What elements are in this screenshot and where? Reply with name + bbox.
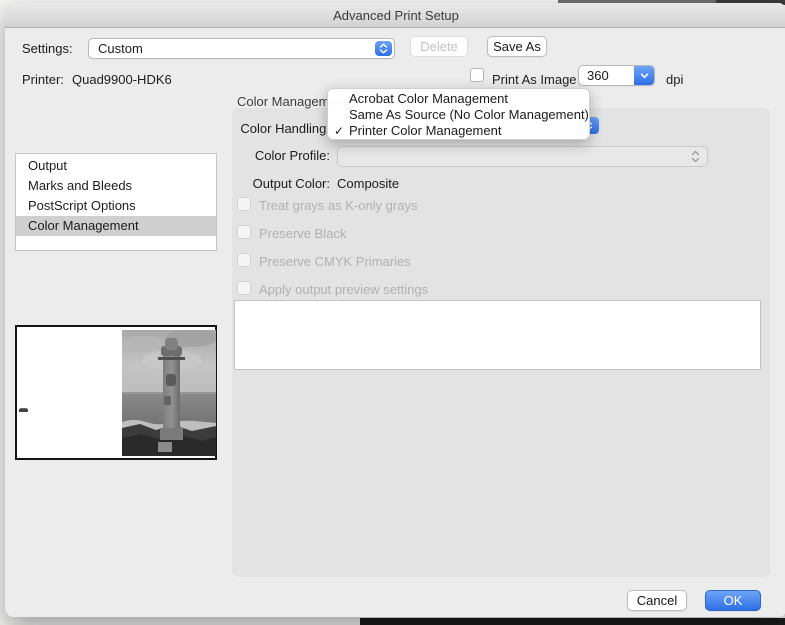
sidebar-item-label: PostScript Options: [28, 198, 136, 213]
ok-button[interactable]: OK: [705, 590, 761, 611]
color-handling-label: Color Handling:: [232, 121, 330, 136]
printer-label: Printer:: [22, 72, 64, 87]
preview-tiny-text: [19, 409, 28, 412]
menu-item-acrobat-color-management[interactable]: Acrobat Color Management: [328, 91, 589, 107]
menu-item-label: Acrobat Color Management: [349, 91, 508, 106]
settings-category-list: Output Marks and Bleeds PostScript Optio…: [15, 153, 217, 251]
printer-value: Quad9900-HDK6: [72, 72, 172, 87]
color-profile-popup[interactable]: [337, 146, 708, 167]
preserve-black-label: Preserve Black: [259, 226, 346, 241]
settings-popup[interactable]: Custom: [88, 38, 395, 59]
dpi-combo-value: 360: [587, 68, 609, 83]
treat-grays-checkbox[interactable]: [237, 197, 251, 211]
dpi-unit-label: dpi: [666, 72, 683, 87]
save-as-button-label: Save As: [493, 39, 541, 54]
ok-button-label: OK: [724, 593, 743, 608]
popup-chevrons-disabled-icon: [691, 150, 700, 166]
menu-item-same-as-source[interactable]: Same As Source (No Color Management): [328, 107, 589, 123]
apply-output-preview-label: Apply output preview settings: [259, 282, 428, 297]
sidebar-item-label: Output: [28, 158, 67, 173]
sidebar-item-color-management[interactable]: Color Management: [16, 216, 216, 236]
save-as-button[interactable]: Save As: [487, 36, 547, 57]
sidebar-item-marks-and-bleeds[interactable]: Marks and Bleeds: [16, 176, 216, 196]
print-as-image-checkbox[interactable]: [470, 68, 484, 82]
preserve-cmyk-checkbox[interactable]: [237, 253, 251, 267]
cancel-button[interactable]: Cancel: [627, 590, 687, 611]
sidebar-item-label: Marks and Bleeds: [28, 178, 132, 193]
settings-popup-value: Custom: [98, 41, 143, 56]
settings-label: Settings:: [22, 41, 73, 56]
sidebar-item-label: Color Management: [28, 218, 139, 233]
dpi-combo[interactable]: 360: [578, 65, 655, 86]
output-color-value: Composite: [337, 176, 399, 191]
treat-grays-label: Treat grays as K-only grays: [259, 198, 417, 213]
sidebar-item-output[interactable]: Output: [16, 156, 216, 176]
menu-item-label: Same As Source (No Color Management): [349, 107, 589, 122]
page-title: Advanced Print Setup: [333, 8, 459, 23]
preserve-black-checkbox[interactable]: [237, 225, 251, 239]
preserve-cmyk-label: Preserve CMYK Primaries: [259, 254, 411, 269]
color-profile-label: Color Profile:: [232, 148, 330, 163]
menu-item-label: Printer Color Management: [349, 123, 501, 138]
checkmark-icon: ✓: [334, 123, 348, 139]
print-preview-pane: [15, 325, 217, 460]
cancel-button-label: Cancel: [637, 593, 677, 608]
color-handling-dropdown-menu: Acrobat Color Management Same As Source …: [327, 88, 590, 140]
description-box: [234, 300, 761, 370]
title-bar: Advanced Print Setup: [5, 3, 785, 28]
dropdown-chevron-icon[interactable]: [634, 66, 654, 85]
output-color-label: Output Color:: [232, 176, 330, 191]
apply-output-preview-checkbox[interactable]: [237, 281, 251, 295]
popup-chevrons-icon: [375, 41, 392, 56]
print-as-image-label: Print As Image: [492, 72, 577, 87]
menu-item-printer-color-management[interactable]: ✓ Printer Color Management: [328, 123, 589, 139]
sidebar-item-postscript-options[interactable]: PostScript Options: [16, 196, 216, 216]
delete-button[interactable]: Delete: [410, 36, 468, 57]
background-window-bottom-edge: [360, 618, 785, 625]
preview-image: [122, 330, 216, 456]
delete-button-label: Delete: [420, 39, 458, 54]
